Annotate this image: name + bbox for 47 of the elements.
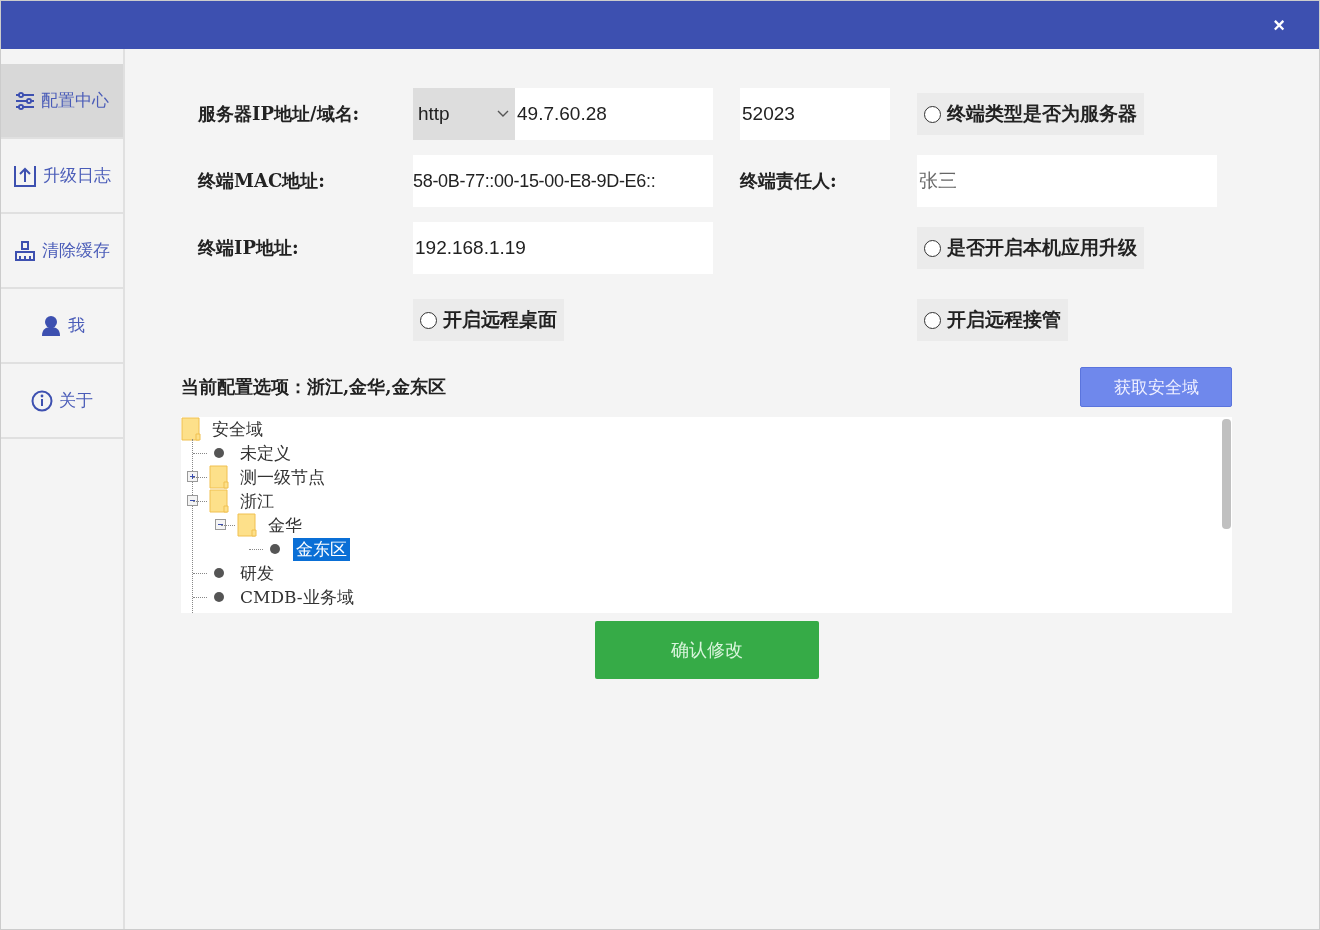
- folder-icon: [209, 489, 229, 513]
- folder-icon: [237, 513, 257, 537]
- chevron-down-icon: [497, 110, 509, 118]
- close-button[interactable]: ×: [1267, 13, 1291, 37]
- tree-item[interactable]: 金东区: [293, 537, 350, 561]
- owner-field[interactable]: 张三: [917, 155, 1217, 207]
- sidebar-item[interactable]: 关于: [1, 364, 123, 439]
- info-icon: [31, 389, 53, 412]
- brush-icon: [14, 239, 36, 262]
- tree-item[interactable]: 金华: [265, 513, 305, 537]
- field-label: 服务器IP地址/域名:: [198, 102, 361, 126]
- sidebar-item[interactable]: 配置中心: [1, 64, 123, 139]
- sidebar-item[interactable]: 清除缓存: [1, 214, 123, 289]
- field-label: 终端责任人:: [740, 169, 838, 193]
- tree-item[interactable]: 测一级节点: [237, 465, 328, 489]
- ip-field[interactable]: 192.168.1.19: [413, 222, 713, 274]
- field-label: 终端IP地址:: [198, 236, 300, 260]
- folder-icon: [209, 465, 229, 489]
- collapse-icon[interactable]: [215, 519, 226, 530]
- tree-item[interactable]: 未定义: [237, 441, 294, 465]
- mac-field[interactable]: 58-0B-77::00-15-00-E8-9D-E6::: [413, 155, 713, 207]
- sidebar-label: 清除缓存: [42, 239, 110, 262]
- radio-option[interactable]: 是否开启本机应用升级: [917, 227, 1144, 269]
- sidebar-item[interactable]: 我: [1, 289, 123, 364]
- sliders-icon: [15, 91, 35, 110]
- collapse-icon[interactable]: [187, 495, 198, 506]
- scrollbar-thumb[interactable]: [1222, 419, 1231, 529]
- tree-item[interactable]: 安全域: [209, 417, 266, 441]
- sidebar-label: 配置中心: [41, 89, 109, 112]
- sidebar-label: 我: [67, 314, 85, 337]
- protocol-dropdown[interactable]: http: [413, 88, 515, 140]
- radio-option[interactable]: 终端类型是否为服务器: [917, 93, 1144, 135]
- user-icon: [39, 314, 62, 337]
- tree-item[interactable]: 浙江: [237, 489, 277, 513]
- sidebar-item[interactable]: 升级日志: [1, 139, 123, 214]
- sidebar-label: 关于: [59, 389, 93, 412]
- expand-icon[interactable]: [187, 471, 198, 482]
- radio-option[interactable]: 开启远程桌面: [413, 299, 564, 341]
- radio-option[interactable]: 开启远程接管: [917, 299, 1068, 341]
- port-field[interactable]: 52023: [740, 88, 890, 140]
- current-selection-text: 当前配置选项：浙江,金华,金东区: [181, 375, 446, 399]
- sidebar-label: 升级日志: [43, 164, 111, 187]
- tree-item[interactable]: CMDB-业务域: [237, 585, 357, 609]
- tree-item[interactable]: 研发: [237, 561, 277, 585]
- field-label: 终端MAC地址:: [198, 169, 326, 193]
- folder-icon: [181, 417, 201, 441]
- upload-icon: [13, 163, 37, 188]
